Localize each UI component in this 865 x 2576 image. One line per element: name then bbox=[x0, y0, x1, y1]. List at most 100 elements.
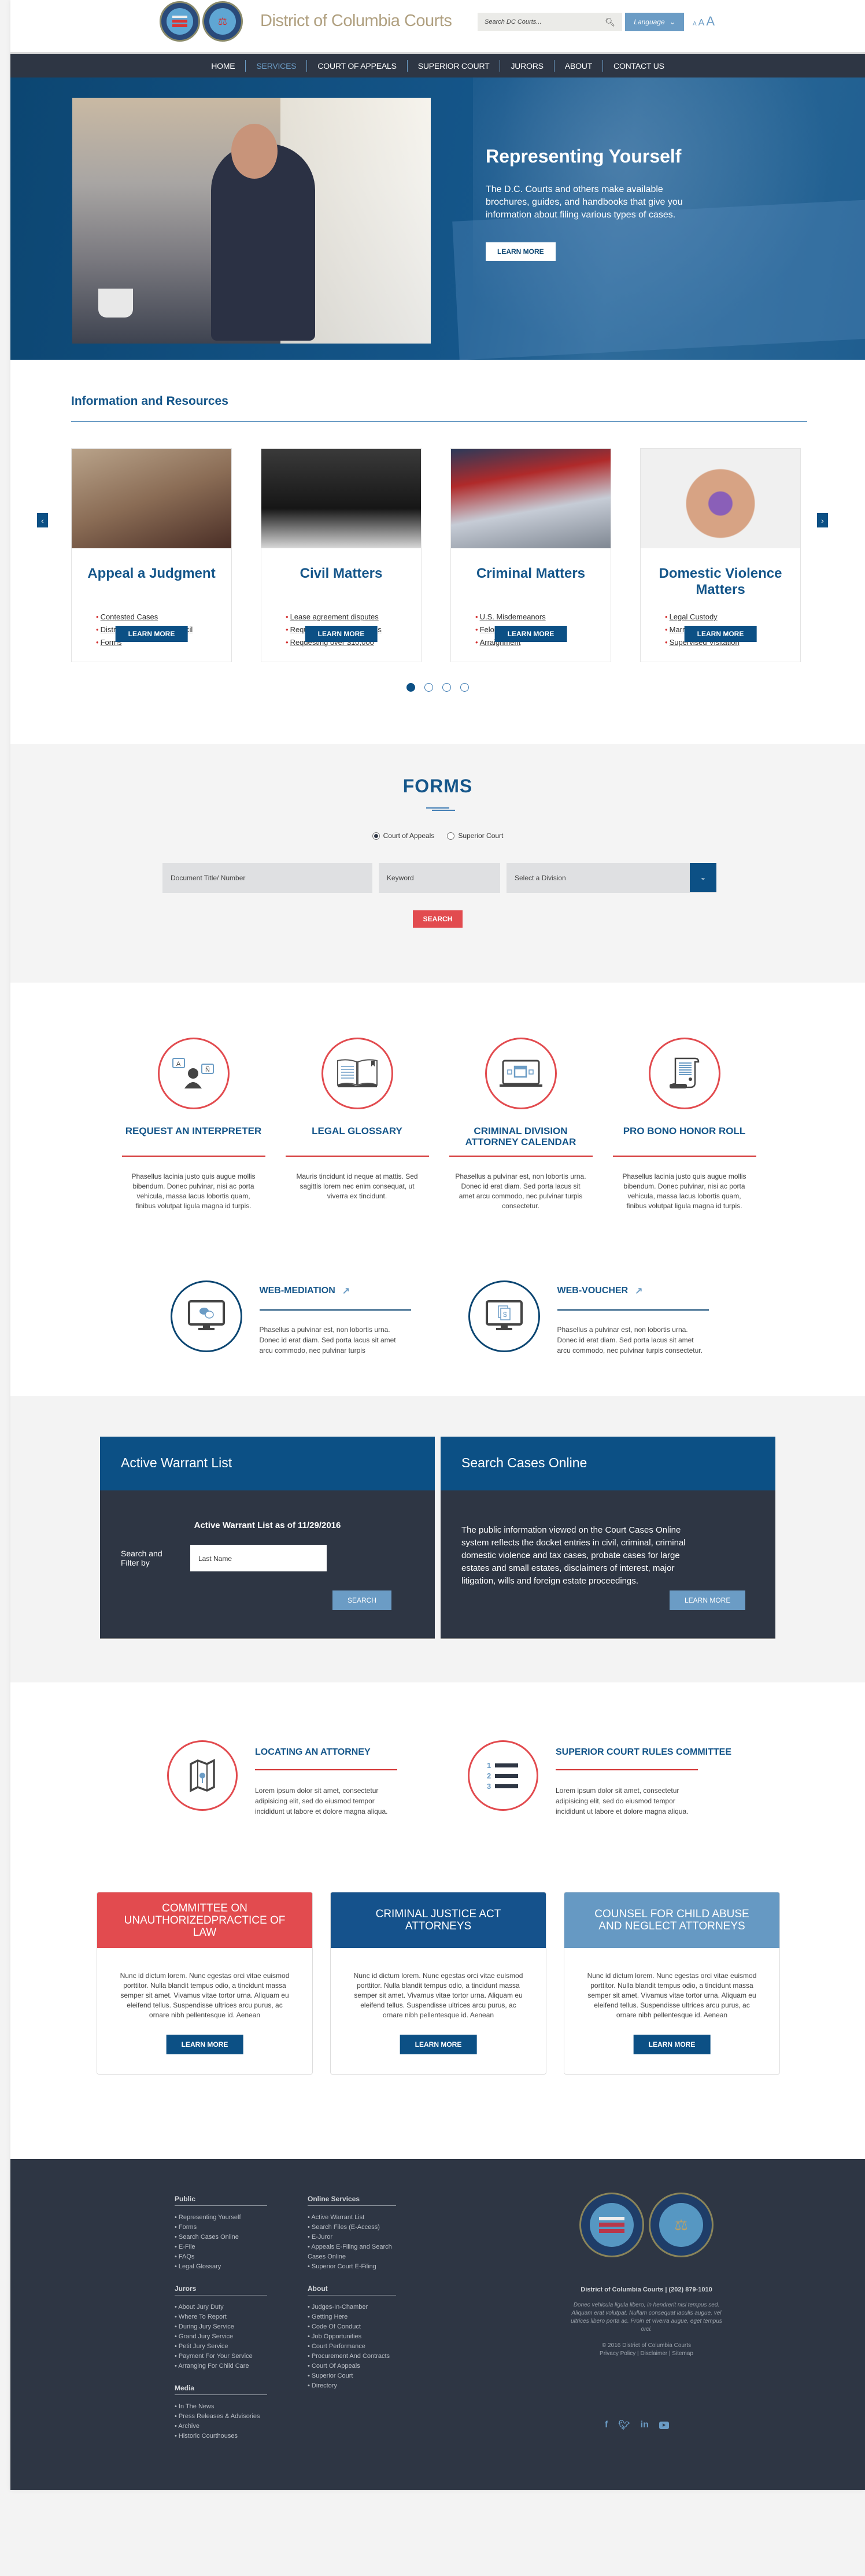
web-mediation[interactable]: WEB-MEDIATION ↗ Phasellus a pulvinar est,… bbox=[170, 1280, 413, 1356]
radio-superior-court[interactable]: Superior Court bbox=[447, 832, 503, 840]
service-pro-bono-honor-roll[interactable]: PRO BONO HONOR ROLL Phasellus lacinia ju… bbox=[612, 1038, 756, 1211]
footer-link[interactable]: Superior Court bbox=[308, 2371, 400, 2381]
footer-group: Online Services Active Warrant ListSearch… bbox=[308, 2195, 400, 2272]
search-icon[interactable]: 🔍︎ bbox=[605, 17, 615, 27]
footer-link[interactable]: Petit Jury Service bbox=[175, 2342, 267, 2352]
footer-link[interactable]: Court Of Appeals bbox=[308, 2361, 400, 2371]
carousel-dot[interactable] bbox=[424, 683, 433, 692]
carousel-dot[interactable] bbox=[460, 683, 469, 692]
footer-link[interactable]: Getting Here bbox=[308, 2312, 400, 2322]
learn-more-button[interactable]: LEARN MORE bbox=[684, 626, 757, 642]
resource-card-civil: Civil Matters Lease agreement disputes R… bbox=[261, 448, 422, 662]
footer-link[interactable]: Superior Court E-Filing bbox=[308, 2262, 400, 2272]
footer-link[interactable]: About Jury Duty bbox=[175, 2302, 267, 2312]
footer-link[interactable]: During Jury Service bbox=[175, 2322, 267, 2332]
document-title-input[interactable]: Document Title/ Number bbox=[162, 863, 372, 893]
footer-link[interactable]: Search Files (E-Access) bbox=[308, 2223, 400, 2232]
card-link[interactable]: Legal Custody bbox=[665, 611, 800, 623]
svg-text:2: 2 bbox=[487, 1772, 491, 1780]
learn-more-button[interactable]: LEARN MORE bbox=[494, 626, 567, 642]
footer-link[interactable]: Procurement And Contracts bbox=[308, 2352, 400, 2361]
web-mediation-title[interactable]: WEB-MEDIATION bbox=[260, 1286, 335, 1296]
last-name-input[interactable]: Last Name bbox=[190, 1545, 327, 1571]
footer-link[interactable]: Forms bbox=[175, 2223, 267, 2232]
footer-link[interactable]: E-Juror bbox=[308, 2232, 400, 2242]
service-criminal-division-calendar[interactable]: CRIMINAL DIVISION ATTORNEY CALENDAR Phas… bbox=[449, 1038, 593, 1211]
warrant-date: Active Warrant List as of 11/29/2016 bbox=[194, 1520, 341, 1530]
nav-contact-us[interactable]: CONTACT US bbox=[603, 60, 675, 72]
font-size-small-button[interactable]: A bbox=[693, 21, 697, 27]
footer-link[interactable]: FAQs bbox=[175, 2252, 267, 2262]
chevron-down-icon[interactable]: ⌄ bbox=[690, 863, 716, 892]
external-link-icon[interactable]: ↗ bbox=[342, 1285, 350, 1297]
card-link[interactable]: U.S. Misdemeanors bbox=[475, 611, 611, 623]
card-link[interactable]: Lease agreement disputes bbox=[286, 611, 421, 623]
footer-link[interactable]: Historic Courthouses bbox=[175, 2431, 267, 2441]
radio-court-of-appeals[interactable]: Court of Appeals bbox=[372, 832, 434, 840]
footer-link[interactable]: Directory bbox=[308, 2381, 400, 2391]
footer-link[interactable]: Court Performance bbox=[308, 2342, 400, 2352]
learn-more-button[interactable]: LEARN MORE bbox=[166, 2035, 243, 2054]
footer-link[interactable]: Legal Glossary bbox=[175, 2262, 267, 2272]
learn-more-button[interactable]: LEARN MORE bbox=[400, 2035, 477, 2054]
footer-link[interactable]: Press Releases & Advisories bbox=[175, 2412, 267, 2422]
carousel-dot[interactable] bbox=[406, 683, 415, 692]
cases-learn-more-button[interactable]: LEARN MORE bbox=[670, 1590, 746, 1610]
font-size-large-button[interactable]: A bbox=[706, 14, 715, 29]
nav-superior-court[interactable]: SUPERIOR COURT bbox=[408, 60, 501, 72]
footer-link[interactable]: Code Of Conduct bbox=[308, 2322, 400, 2332]
footer-link[interactable]: Search Cases Online bbox=[175, 2232, 267, 2242]
footer-link[interactable]: Arranging For Child Care bbox=[175, 2361, 267, 2371]
nav-jurors[interactable]: JURORS bbox=[500, 60, 555, 72]
radio-unchecked-icon bbox=[447, 832, 455, 840]
footer-link[interactable]: Payment For Your Service bbox=[175, 2352, 267, 2361]
footer-link[interactable]: In The News bbox=[175, 2402, 267, 2412]
footer-link[interactable]: Judges-In-Chamber bbox=[308, 2302, 400, 2312]
hero-learn-more-button[interactable]: LEARN MORE bbox=[486, 242, 556, 261]
footer-link[interactable]: Grand Jury Service bbox=[175, 2332, 267, 2342]
learn-more-button[interactable]: LEARN MORE bbox=[305, 626, 378, 642]
keyword-input[interactable]: Keyword bbox=[379, 863, 500, 893]
external-link-icon[interactable]: ↗ bbox=[635, 1285, 642, 1297]
warrant-search-button[interactable]: SEARCH bbox=[332, 1590, 392, 1610]
font-size-medium-button[interactable]: A bbox=[698, 18, 705, 28]
footer-link[interactable]: Appeals E-Filing and Search Cases Online bbox=[308, 2242, 400, 2262]
court-seals-logo[interactable]: ⚖ bbox=[160, 1, 243, 42]
web-voucher-title[interactable]: WEB-VOUCHER bbox=[557, 1286, 629, 1296]
footer-link[interactable]: Where To Report bbox=[175, 2312, 267, 2322]
superior-court-rules-committee[interactable]: 123 SUPERIOR COURT RULES COMMITTEE Lorem… bbox=[468, 1740, 731, 1817]
search-cases-panel: Search Cases Online The public informati… bbox=[441, 1437, 775, 1639]
learn-more-button[interactable]: LEARN MORE bbox=[115, 626, 188, 642]
nav-home[interactable]: HOME bbox=[201, 60, 246, 72]
svg-text:$: $ bbox=[503, 1311, 507, 1319]
web-voucher[interactable]: $ WEB-VOUCHER ↗ Phasellus a pulvinar est,… bbox=[468, 1280, 711, 1356]
legal-links[interactable]: Privacy Policy | Disclaimer | Sitemap bbox=[560, 2350, 733, 2358]
site-title[interactable]: District of Columbia Courts bbox=[260, 12, 452, 31]
learn-more-button[interactable]: LEARN MORE bbox=[633, 2035, 711, 2054]
linkedin-icon[interactable]: in bbox=[641, 2420, 649, 2430]
footer-link[interactable]: Representing Yourself bbox=[175, 2213, 267, 2223]
youtube-icon[interactable] bbox=[659, 2421, 669, 2429]
footer-link[interactable]: Active Warrant List bbox=[308, 2213, 400, 2223]
twitter-icon[interactable]: 🐦︎ bbox=[618, 2419, 630, 2431]
forms-search-button[interactable]: SEARCH bbox=[412, 910, 463, 928]
locating-attorney[interactable]: LOCATING AN ATTORNEY Lorem ipsum dolor s… bbox=[167, 1740, 410, 1817]
footer-link[interactable]: Archive bbox=[175, 2422, 267, 2431]
nav-services[interactable]: SERVICES bbox=[246, 60, 308, 72]
court-radio-group: Court of Appeals Superior Court bbox=[10, 832, 865, 840]
card-link[interactable]: Contested Cases bbox=[96, 611, 231, 623]
carousel-prev-button[interactable]: ‹ bbox=[37, 513, 48, 527]
nav-court-of-appeals[interactable]: COURT OF APPEALS bbox=[307, 60, 408, 72]
language-dropdown[interactable]: Language ⌄ bbox=[625, 13, 684, 31]
language-label: Language bbox=[634, 18, 665, 26]
footer-link[interactable]: Job Opportunities bbox=[308, 2332, 400, 2342]
footer-link[interactable]: E-File bbox=[175, 2242, 267, 2252]
search-input[interactable]: Search DC Courts... 🔍︎ bbox=[478, 13, 622, 31]
service-legal-glossary[interactable]: LEGAL GLOSSARY Mauris tincidunt id neque… bbox=[285, 1038, 429, 1211]
facebook-icon[interactable]: f bbox=[605, 2420, 608, 2430]
footer-heading: Online Services bbox=[308, 2195, 396, 2206]
nav-about[interactable]: ABOUT bbox=[555, 60, 604, 72]
carousel-dot[interactable] bbox=[442, 683, 451, 692]
division-select[interactable]: Select a Division ⌄ bbox=[507, 863, 716, 893]
service-request-interpreter[interactable]: AÑ REQUEST AN INTERPRETER Phasellus laci… bbox=[121, 1038, 265, 1211]
